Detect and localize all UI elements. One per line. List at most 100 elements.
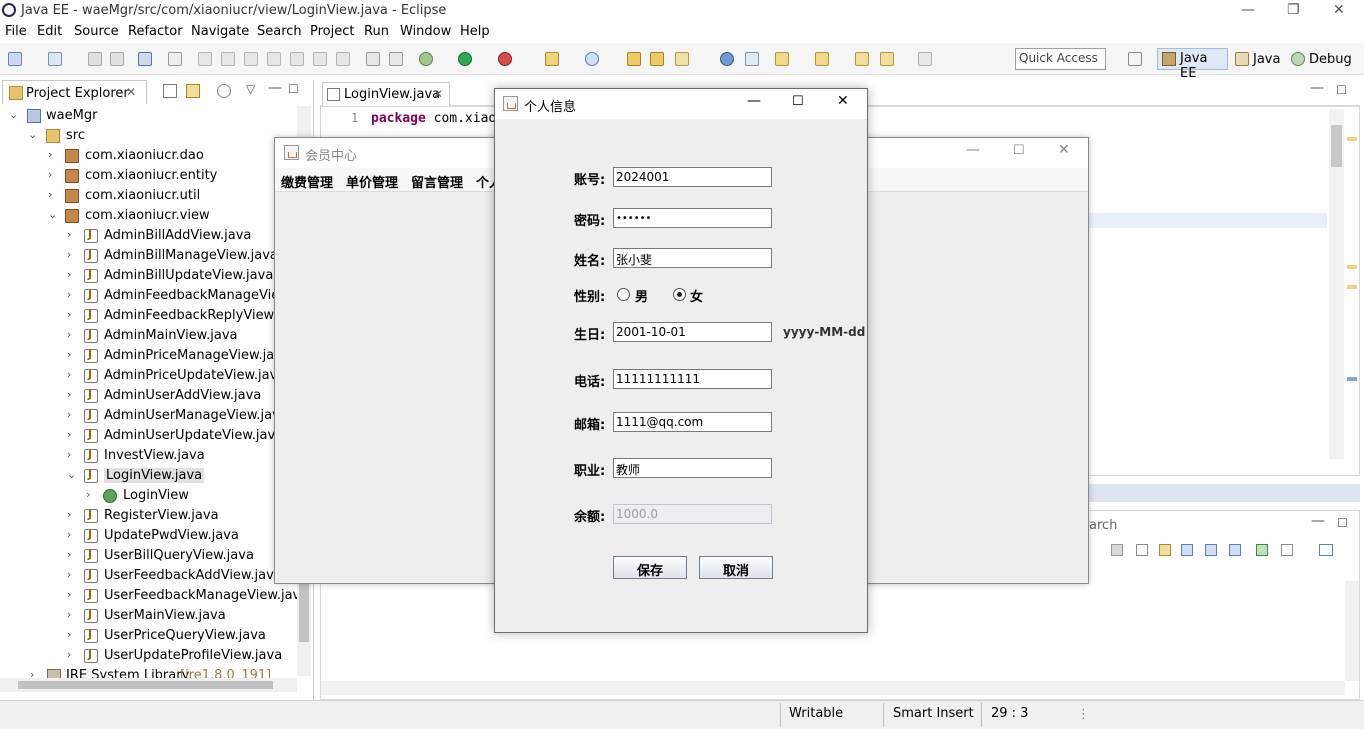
chevron-right-icon[interactable]: › xyxy=(67,448,71,461)
new-console-icon[interactable] xyxy=(1319,544,1333,556)
link-editor-icon[interactable] xyxy=(186,84,200,98)
menu-window[interactable]: Window xyxy=(400,24,451,39)
menu-refactor[interactable]: Refactor xyxy=(128,24,183,39)
chevron-right-icon[interactable]: › xyxy=(67,248,71,261)
chevron-down-icon[interactable]: ⌄ xyxy=(28,128,37,141)
maximize-editor-icon[interactable]: ☐ xyxy=(1336,83,1347,97)
chevron-right-icon[interactable]: › xyxy=(67,628,71,641)
menu-price-management[interactable]: 单价管理 xyxy=(346,172,398,191)
new-server-icon[interactable] xyxy=(545,52,559,66)
save-icon[interactable] xyxy=(88,52,102,66)
tree-item-file[interactable]: › AdminBillAddView.java xyxy=(0,226,296,246)
tree-item-file[interactable]: › UserBillQueryView.java xyxy=(0,546,296,566)
debug-icon[interactable] xyxy=(419,52,433,66)
menu-search[interactable]: Search xyxy=(257,24,302,39)
save-all-icon[interactable] xyxy=(110,52,124,66)
maximize-icon[interactable]: ☐ xyxy=(792,94,804,109)
chevron-down-icon[interactable]: ⌄ xyxy=(67,468,76,481)
view-menu-icon[interactable] xyxy=(217,84,231,98)
tree-item-class[interactable]: › LoginView xyxy=(0,486,296,506)
vertical-scrollbar[interactable] xyxy=(1329,109,1344,459)
tree-item-file[interactable]: › UserPriceQueryView.java xyxy=(0,626,296,646)
back-icon[interactable] xyxy=(880,52,894,66)
email-input[interactable]: 1111@qq.com xyxy=(613,412,772,432)
collapse-all-icon[interactable] xyxy=(163,84,177,98)
terminate-icon[interactable] xyxy=(244,52,258,66)
chevron-right-icon[interactable]: › xyxy=(86,488,90,501)
close-icon[interactable]: ✕ xyxy=(837,93,849,109)
open-perspective-icon[interactable] xyxy=(1128,52,1142,66)
resume-icon[interactable] xyxy=(198,52,212,66)
chevron-right-icon[interactable]: › xyxy=(67,548,71,561)
menu-message-management[interactable]: 留言管理 xyxy=(411,172,463,191)
chevron-right-icon[interactable]: › xyxy=(67,228,71,241)
vertical-scrollbar[interactable] xyxy=(1345,581,1359,681)
chevron-right-icon[interactable]: › xyxy=(67,528,71,541)
tree-item-file[interactable]: › AdminBillUpdateView.java xyxy=(0,266,296,286)
open-folder-icon[interactable] xyxy=(650,52,664,66)
tree-item-file[interactable]: › UpdatePwdView.java xyxy=(0,526,296,546)
tree-item-file[interactable]: › AdminPriceManageView.java xyxy=(0,346,296,366)
pin-icon[interactable] xyxy=(1181,544,1193,556)
tree-item-file[interactable]: › AdminMainView.java xyxy=(0,326,296,346)
chevron-right-icon[interactable]: › xyxy=(67,368,71,381)
use-step-filters-icon[interactable] xyxy=(389,52,403,66)
scroll-thumb[interactable] xyxy=(1331,125,1342,167)
show-icon[interactable] xyxy=(1229,544,1241,556)
menu-project[interactable]: Project xyxy=(310,24,354,39)
remove-icon[interactable] xyxy=(1111,544,1123,556)
chevron-right-icon[interactable]: › xyxy=(48,148,52,161)
tree-item-file[interactable]: › AdminFeedbackManageView. xyxy=(0,286,296,306)
minimize-view-icon[interactable]: — xyxy=(268,80,282,96)
minimize-editor-icon[interactable]: — xyxy=(1310,80,1324,96)
chevron-right-icon[interactable]: › xyxy=(48,168,52,181)
close-icon[interactable]: ✕ xyxy=(1058,142,1070,158)
tree-item-file[interactable]: › UserFeedbackManageView.java xyxy=(0,586,308,606)
tree-item-file[interactable]: › AdminBillManageView.java xyxy=(0,246,296,266)
minimize-panel-icon[interactable]: — xyxy=(1311,513,1325,529)
menu-run[interactable]: Run xyxy=(364,24,389,39)
tree-item-src[interactable]: ⌄ src xyxy=(0,126,300,146)
chevron-right-icon[interactable]: › xyxy=(67,568,71,581)
tree-item-file[interactable]: › RegisterView.java xyxy=(0,506,296,526)
step-return-icon[interactable] xyxy=(336,52,350,66)
minimize-icon[interactable]: — xyxy=(966,142,980,158)
cancel-button[interactable]: 取消 xyxy=(699,556,773,579)
open-console-icon[interactable] xyxy=(1256,544,1268,556)
chevron-right-icon[interactable]: › xyxy=(67,608,71,621)
chevron-down-icon[interactable]: ⌄ xyxy=(9,108,18,121)
scroll-thumb[interactable] xyxy=(299,580,309,642)
chevron-right-icon[interactable]: › xyxy=(67,348,71,361)
perspective-java-ee-button[interactable]: Java EE xyxy=(1157,48,1228,81)
menu-edit[interactable]: Edit xyxy=(37,24,62,39)
tree-item-package[interactable]: › com.xiaoniucr.util xyxy=(0,186,300,206)
globe-icon[interactable] xyxy=(720,52,734,66)
tree-item-file[interactable]: › AdminUserManageView.java xyxy=(0,406,296,426)
tree-item-file[interactable]: › AdminUserUpdateView.java xyxy=(0,426,296,446)
scroll-thumb[interactable] xyxy=(18,681,273,689)
run-icon[interactable] xyxy=(458,52,472,66)
close-tab-icon[interactable]: ✕ xyxy=(433,87,443,101)
tree-item-file[interactable]: › InvestView.java xyxy=(0,446,296,466)
tree-item-file[interactable]: › UserUpdateProfileView.java xyxy=(0,646,296,666)
phone-input[interactable]: 11111111111 xyxy=(613,369,772,389)
quick-access-input[interactable]: Quick Access xyxy=(1015,48,1106,70)
disconnect-icon[interactable] xyxy=(267,52,281,66)
tree-item-package[interactable]: › com.xiaoniucr.entity xyxy=(0,166,300,186)
console-icon[interactable] xyxy=(138,52,152,66)
step-over-icon[interactable] xyxy=(313,52,327,66)
close-icon[interactable]: ✕ xyxy=(1333,2,1345,18)
maximize-view-icon[interactable]: ☐ xyxy=(288,82,299,96)
menu-help[interactable]: Help xyxy=(460,24,490,39)
open-task-icon[interactable] xyxy=(675,52,689,66)
skip-breakpoints-icon[interactable] xyxy=(168,52,182,66)
tree-item-project[interactable]: ⌄ waeMgr xyxy=(0,106,300,126)
chevron-right-icon[interactable]: › xyxy=(67,288,71,301)
gender-female-radio[interactable] xyxy=(673,288,686,301)
chevron-down-icon[interactable]: ⌄ xyxy=(48,208,57,221)
tree-item-file[interactable]: ⌄ LoginView.java xyxy=(0,466,296,486)
restore-icon[interactable]: ❐ xyxy=(1287,2,1300,18)
tab-project-explorer[interactable]: Project Explorer ✕ xyxy=(2,80,147,104)
horizontal-scrollbar[interactable] xyxy=(321,681,1345,695)
search-tab-label[interactable]: arch xyxy=(1089,518,1117,533)
